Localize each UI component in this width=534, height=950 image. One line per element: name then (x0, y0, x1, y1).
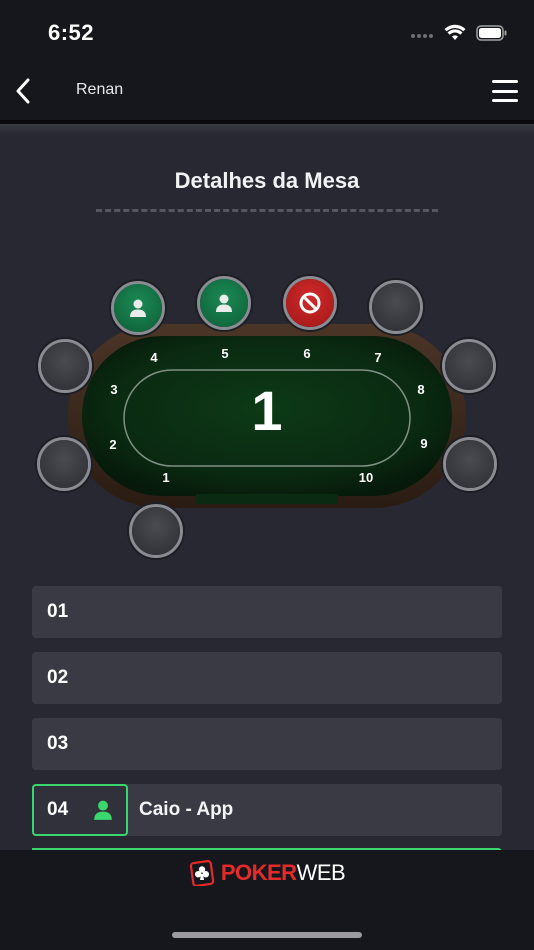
seat-number-9: 9 (420, 436, 428, 451)
status-bar: 6:52 (0, 0, 534, 62)
seat-number-6: 6 (303, 346, 311, 361)
list-item-seat-01[interactable]: 01 (32, 586, 502, 638)
seat-label: 04 (47, 799, 69, 820)
seat-6[interactable] (283, 276, 337, 330)
nav-title: Renan (76, 81, 124, 98)
seat-7[interactable] (369, 280, 423, 334)
seat-3[interactable] (38, 339, 92, 393)
table-number: 1 (251, 379, 283, 442)
seat-label: 03 (47, 733, 69, 754)
seat-label: 01 (47, 601, 69, 622)
poker-table: 1 1 2 3 4 5 6 7 8 9 10 (0, 260, 534, 570)
blocked-icon (299, 292, 321, 314)
occupied-seat-badge: 04 (32, 784, 128, 836)
list-item-seat-04[interactable]: 04 Caio - App (32, 784, 502, 836)
seat-list: 01 02 03 04 Caio - App (32, 586, 502, 850)
user-icon (216, 294, 232, 312)
home-indicator[interactable] (172, 932, 362, 938)
player-name: Caio - App (139, 799, 234, 820)
signal-icon (410, 26, 434, 44)
club-card-icon (189, 860, 215, 886)
seat-5[interactable] (197, 276, 251, 330)
status-icons (410, 24, 508, 46)
page-title: Detalhes da Mesa (174, 168, 360, 193)
seat-number-8: 8 (417, 382, 425, 397)
seat-8[interactable] (442, 339, 496, 393)
seat-number-2: 2 (109, 437, 117, 452)
seat-number-5: 5 (221, 346, 229, 361)
status-time: 6:52 (48, 20, 95, 45)
seat-number-1: 1 (162, 470, 170, 485)
footer: POKERWEB (0, 850, 534, 950)
battery-icon (476, 24, 508, 46)
brand-logo: POKERWEB (0, 860, 534, 886)
title-divider (96, 209, 438, 212)
seat-4[interactable] (111, 281, 165, 335)
seat-number-10: 10 (358, 470, 374, 485)
list-item-seat-03[interactable]: 03 (32, 718, 502, 770)
user-icon (94, 800, 112, 820)
back-button[interactable] (10, 76, 36, 106)
seat-label: 02 (47, 667, 69, 688)
list-item-seat-02[interactable]: 02 (32, 652, 502, 704)
seat-2[interactable] (37, 437, 91, 491)
hamburger-menu-icon[interactable] (492, 78, 518, 104)
seat-9[interactable] (443, 437, 497, 491)
brand-text: POKERWEB (220, 860, 346, 885)
seat-number-7: 7 (374, 350, 382, 365)
seat-number-4: 4 (150, 350, 158, 365)
nav-shadow (0, 124, 534, 134)
seat-number-3: 3 (110, 382, 118, 397)
user-icon (130, 299, 146, 317)
wifi-icon (444, 24, 466, 46)
nav-bar: Renan (0, 62, 534, 124)
chevron-left-icon (16, 78, 30, 104)
seat-1[interactable] (129, 504, 183, 558)
